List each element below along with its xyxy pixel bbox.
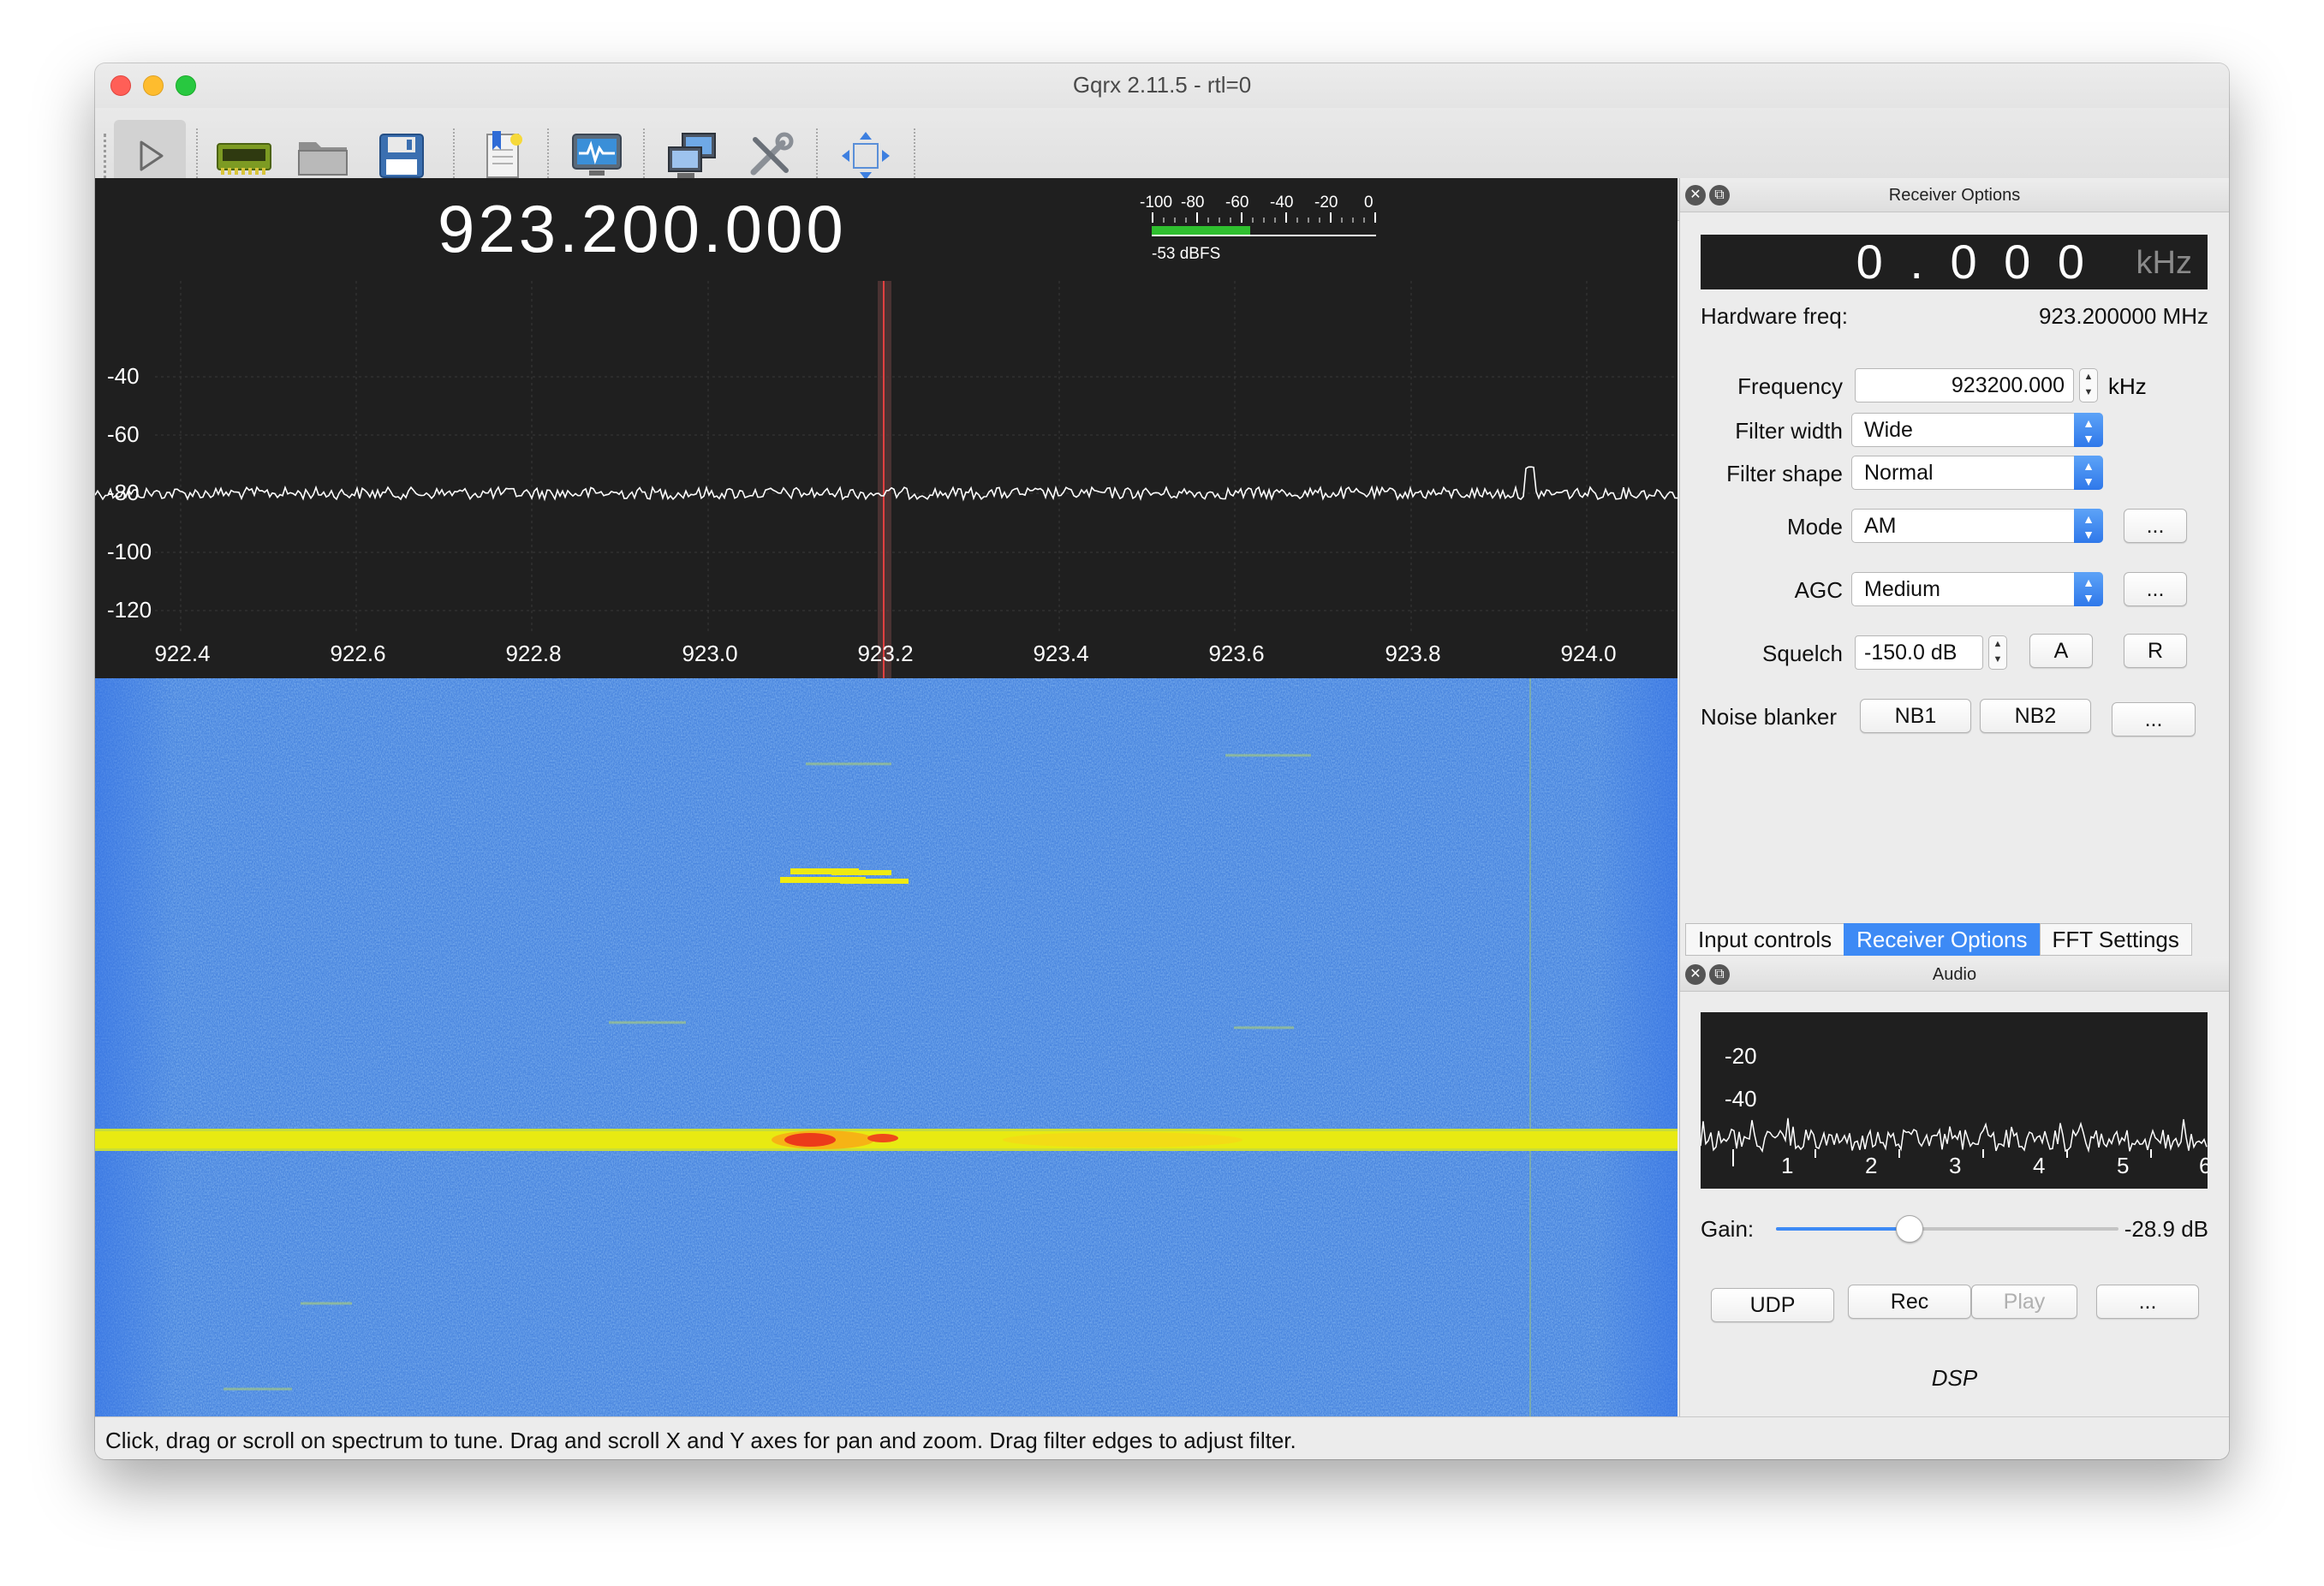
mode-options-button[interactable]: ...	[2124, 509, 2187, 543]
toolbar-grip[interactable]	[104, 134, 107, 185]
noise-blanker-label: Noise blanker	[1701, 704, 1837, 730]
window-title: Gqrx 2.11.5 - rtl=0	[1072, 72, 1252, 98]
hardware-freq-label: Hardware freq:	[1701, 303, 1848, 329]
gain-label: Gain:	[1701, 1216, 1755, 1242]
nb2-button[interactable]: NB2	[1980, 699, 2091, 733]
mode-select[interactable]: AM ▲ ▼	[1851, 509, 2103, 543]
filter-shape-select[interactable]: Normal ▲ ▼	[1851, 456, 2103, 490]
frequency-unit: kHz	[2108, 373, 2147, 399]
gain-slider-handle[interactable]	[1896, 1215, 1923, 1243]
audio-x-label: 5	[2117, 1153, 2130, 1178]
squelch-stepper[interactable]: ▲ ▼	[1988, 635, 2007, 670]
x-axis-label[interactable]: 922.4	[154, 641, 210, 667]
agc-label: AGC	[1794, 577, 1843, 603]
audio-x-label: 6	[2199, 1153, 2208, 1178]
audio-x-label: 4	[2033, 1153, 2046, 1178]
squelch-auto-button[interactable]: A	[2029, 634, 2093, 668]
folder-icon	[298, 142, 348, 176]
play-button[interactable]: Play	[1971, 1285, 2077, 1319]
updown-chevron-icon: ▲ ▼	[2074, 413, 2103, 447]
filter-shape-label: Filter shape	[1726, 461, 1843, 486]
status-bar: Click, drag or scroll on spectrum to tun…	[95, 1416, 2229, 1459]
updown-chevron-icon: ▲ ▼	[2074, 509, 2103, 543]
x-axis-label[interactable]: 923.4	[1033, 641, 1088, 667]
squelch-reset-button[interactable]: R	[2124, 634, 2187, 668]
tab-input-controls[interactable]: Input controls	[1685, 923, 1845, 956]
audio-panel-title: Audio	[1932, 965, 1977, 984]
squelch-label: Squelch	[1762, 641, 1843, 666]
waterfall-display[interactable]	[95, 678, 1677, 1416]
y-axis-label[interactable]: -40	[107, 363, 140, 390]
device-board-icon	[217, 143, 271, 175]
tab-fft-settings[interactable]: FFT Settings	[2039, 923, 2192, 956]
agc-options-button[interactable]: ...	[2124, 572, 2187, 606]
tab-receiver-options[interactable]: Receiver Options	[1844, 923, 2041, 956]
filter-width-select[interactable]: Wide ▲ ▼	[1851, 413, 2103, 447]
updown-chevron-icon: ▲ ▼	[2074, 572, 2103, 606]
squelch-input[interactable]: -150.0 dB	[1855, 635, 1983, 670]
y-axis-label[interactable]: -80	[107, 480, 140, 506]
spectrum-graph[interactable]	[95, 178, 1677, 678]
audio-fft-plot[interactable]: -20 -40 1 2 3 4 5 6	[1701, 1012, 2208, 1189]
floppy-disk-icon	[379, 134, 424, 178]
frequency-label: Frequency	[1737, 373, 1843, 399]
audio-header: ✕ ⧉ Audio	[1680, 957, 2229, 992]
gain-slider[interactable]	[1776, 1215, 2118, 1243]
x-axis-label[interactable]: 923.0	[682, 641, 737, 667]
y-axis-label[interactable]: -100	[107, 539, 152, 565]
waterfall-graphic	[95, 678, 1677, 1416]
x-axis-label[interactable]: 924.0	[1560, 641, 1616, 667]
agc-select[interactable]: Medium ▲ ▼	[1851, 572, 2103, 606]
mode-value: AM	[1864, 514, 1897, 538]
x-axis-label[interactable]: 922.6	[330, 641, 385, 667]
tools-icon	[750, 132, 794, 176]
udp-button[interactable]: UDP	[1711, 1288, 1834, 1322]
move-arrows-icon	[842, 132, 890, 180]
filter-shape-value: Normal	[1864, 461, 1934, 485]
panel-title: Receiver Options	[1888, 186, 2021, 205]
rec-button[interactable]: Rec	[1848, 1285, 1971, 1319]
receiver-options-header: ✕ ⧉ Receiver Options	[1680, 178, 2229, 212]
offset-frequency-display[interactable]: 0 . 0 0 0 kHz	[1701, 235, 2208, 289]
frequency-stepper[interactable]: ▲ ▼	[2079, 368, 2098, 402]
hardware-freq-value: 923.200000 MHz	[2038, 303, 2208, 329]
filter-width-label: Filter width	[1735, 418, 1843, 444]
x-axis-label[interactable]: 923.2	[857, 641, 913, 667]
audio-x-label: 1	[1781, 1153, 1794, 1178]
gain-slider-fill	[1776, 1227, 1910, 1231]
agc-value: Medium	[1864, 577, 1940, 601]
noise-blanker-options-button[interactable]: ...	[2112, 702, 2196, 736]
audio-x-label: 3	[1949, 1153, 1962, 1178]
play-icon	[140, 140, 164, 171]
x-axis-label[interactable]: 923.8	[1385, 641, 1440, 667]
spectrum-plotter[interactable]: 923.200.000 -100 -80 -60 -40 -20 0 -53 d…	[95, 178, 1677, 1416]
audio-options-button[interactable]: ...	[2096, 1285, 2199, 1319]
frequency-input[interactable]: 923200.000	[1855, 368, 2074, 402]
audio-x-label: 2	[1865, 1153, 1878, 1178]
network-computers-icon	[668, 133, 716, 178]
gain-value: -28.9 dB	[2124, 1216, 2208, 1242]
bookmark-document-icon	[486, 131, 522, 178]
dock-tabs: Input controls Receiver Options FFT Sett…	[1685, 923, 2192, 956]
filter-width-value: Wide	[1864, 418, 1913, 442]
spectrum-grid	[155, 281, 1677, 632]
audio-fft-trace	[1701, 1118, 2208, 1154]
waveform-monitor-icon	[572, 134, 622, 176]
nb1-button[interactable]: NB1	[1860, 699, 1971, 733]
title-bar: Gqrx 2.11.5 - rtl=0	[95, 63, 2229, 108]
updown-chevron-icon: ▲ ▼	[2074, 456, 2103, 490]
x-axis-label[interactable]: 923.6	[1208, 641, 1264, 667]
y-axis-label[interactable]: -60	[107, 421, 140, 448]
x-axis-label[interactable]: 922.8	[505, 641, 561, 667]
mode-label: Mode	[1786, 514, 1843, 540]
right-dock: ✕ ⧉ Receiver Options 0 . 0 0 0 kHz Hardw…	[1679, 178, 2229, 1416]
dsp-label: DSP	[1931, 1365, 1978, 1391]
offset-unit: kHz	[2136, 245, 2192, 281]
app-window: Gqrx 2.11.5 - rtl=0 923.200.000 -100 -80…	[95, 63, 2229, 1459]
y-axis-label[interactable]: -120	[107, 597, 152, 623]
offset-digits: 0 . 0 0 0	[1856, 235, 2091, 289]
